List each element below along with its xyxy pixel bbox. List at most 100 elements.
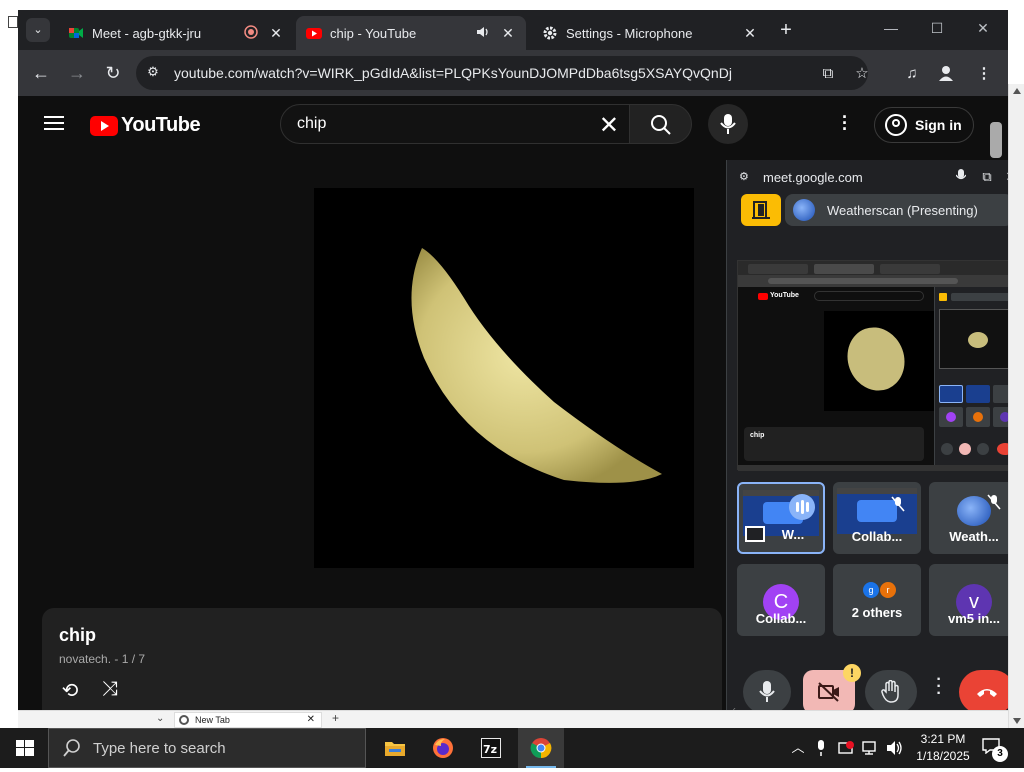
new-tab-button[interactable]: + (774, 18, 798, 42)
7zip-icon[interactable]: 7z (468, 728, 514, 768)
participant-tile-weatherscan[interactable]: Weath... (929, 482, 1008, 554)
tab-search-button[interactable]: ⌄ (26, 18, 50, 42)
file-explorer-icon[interactable] (372, 728, 418, 768)
scroll-up-icon[interactable] (1013, 88, 1021, 94)
shuffle-icon[interactable]: ⤨ (96, 678, 124, 701)
participant-tile-others[interactable]: g r 2 others (833, 564, 921, 636)
loop-icon[interactable]: ⟲ (56, 678, 84, 703)
tab-youtube[interactable]: chip - YouTube ✕ (296, 16, 526, 50)
windows-taskbar: Type here to search 7z ︿ 3:21 PM 1/18/20… (0, 728, 1024, 768)
back-arrow-icon[interactable]: ← (30, 62, 52, 84)
preview-page: YouTube chip (738, 287, 1008, 465)
participant-tile-collab[interactable]: C Collab... (737, 564, 825, 636)
scroll-down-icon[interactable] (1013, 718, 1021, 724)
preview-urlbar (738, 275, 1008, 287)
microphone-icon (720, 114, 736, 134)
search-icon (63, 739, 80, 757)
more-options-icon[interactable]: · · · (840, 108, 850, 138)
taskbar-search-box[interactable]: Type here to search (48, 728, 366, 768)
microphone-button[interactable] (743, 670, 791, 710)
participant-tile-vm5[interactable]: v vm5 in... (929, 564, 1008, 636)
microphone-in-use-icon[interactable] (812, 728, 830, 768)
close-icon[interactable]: ✕ (500, 25, 516, 42)
search-input[interactable]: chip ✕ (280, 104, 630, 144)
search-icon (651, 115, 671, 135)
browser-menu-icon[interactable]: ⋮ (974, 64, 994, 84)
preview-chip-image (847, 327, 905, 391)
leave-presentation-button[interactable] (741, 194, 781, 226)
meet-picture-in-picture: ⚙ meet.google.com ⧉ ✕ Weatherscan (Prese… (726, 160, 1008, 710)
close-icon[interactable]: ✕ (268, 25, 284, 42)
channel-playlist-text[interactable]: novatech. - 1 / 7 (59, 652, 145, 666)
preview-tab (814, 264, 874, 274)
camera-status-icon[interactable] (836, 728, 858, 768)
tab-title: Meet - agb-gtkk-jru (92, 25, 202, 41)
url-text[interactable]: youtube.com/watch?v=WIRK_pGdIdA&list=PLQ… (174, 65, 732, 81)
volume-icon[interactable] (884, 728, 906, 768)
address-bar[interactable]: ⚙ youtube.com/watch?v=WIRK_pGdIdA&list=P… (136, 56, 868, 90)
profile-icon[interactable] (936, 64, 956, 84)
new-tab-tab[interactable]: New Tab ✕ (174, 712, 322, 728)
participant-tile-presenter[interactable]: W... (737, 482, 825, 554)
preview-door-icon (939, 293, 947, 301)
taskbar-clock[interactable]: 3:21 PM 1/18/2025 (908, 731, 978, 765)
raise-hand-button[interactable] (865, 670, 917, 710)
youtube-logo[interactable]: YouTube (90, 114, 201, 137)
chevron-down-icon[interactable]: ⌄ (156, 713, 164, 724)
sign-in-button[interactable]: Sign in (874, 107, 974, 143)
tab-settings[interactable]: Settings - Microphone ✕ (532, 16, 768, 50)
search-button[interactable] (629, 104, 692, 144)
preview-presenting (951, 293, 1008, 301)
tile-label: Weath... (949, 529, 999, 544)
window-scrollbar[interactable] (1008, 84, 1024, 728)
preview-video-title: chip (750, 432, 765, 439)
preview-avatar (973, 412, 983, 422)
bookmark-star-icon[interactable]: ☆ (852, 64, 872, 84)
reload-icon[interactable]: ↻ (102, 62, 124, 84)
tile-label: Collab... (755, 611, 807, 626)
site-settings-icon[interactable]: ⚙ (739, 170, 749, 183)
muted-mic-icon (987, 494, 1001, 515)
forward-arrow-icon[interactable]: → (66, 62, 88, 84)
shared-screen-preview[interactable]: YouTube chip (737, 260, 1008, 471)
video-title[interactable]: chip (59, 625, 96, 646)
page-scrollbar-thumb[interactable] (990, 122, 1002, 158)
search-query[interactable]: chip (297, 115, 326, 133)
new-tab-button[interactable]: + (332, 711, 339, 725)
install-app-icon[interactable]: ⧉ (818, 64, 838, 84)
site-info-icon[interactable]: ⚙ (144, 64, 162, 82)
network-icon[interactable] (860, 728, 882, 768)
more-options-icon[interactable]: · · · (935, 672, 943, 702)
close-icon[interactable]: ✕ (307, 713, 315, 727)
youtube-wordmark: YouTube (121, 114, 201, 136)
taskbar-search-placeholder: Type here to search (93, 739, 226, 757)
start-button[interactable] (0, 728, 48, 768)
google-meet-icon (69, 28, 83, 38)
video-info-card: chip novatech. - 1 / 7 ⟲ ⤨ (42, 608, 722, 710)
close-pip-icon[interactable]: ✕ (1003, 169, 1008, 185)
hang-up-icon (977, 689, 997, 697)
chrome-icon[interactable] (518, 728, 564, 768)
audio-playing-icon[interactable] (476, 25, 490, 42)
tab-meet[interactable]: Meet - agb-gtkk-jru ✕ (58, 16, 294, 50)
avatar: g (863, 582, 879, 598)
minimize-icon[interactable]: — (876, 20, 906, 36)
participant-tile-collab-screen[interactable]: Collab... (833, 482, 921, 554)
preview-mic (941, 443, 953, 455)
close-window-icon[interactable]: ✕ (968, 20, 998, 37)
voice-search-button[interactable] (708, 104, 748, 144)
back-to-tab-icon[interactable]: ⧉ (979, 169, 995, 185)
maximize-icon[interactable]: ☐ (922, 20, 952, 37)
close-icon[interactable]: ✕ (742, 25, 758, 42)
notification-center-button[interactable]: 3 (982, 738, 1008, 762)
account-icon (885, 114, 907, 136)
preview-end (997, 443, 1008, 455)
video-player[interactable] (314, 188, 694, 568)
menu-icon[interactable] (44, 116, 64, 130)
show-hidden-icons-icon[interactable]: ︿ (788, 728, 808, 768)
presenting-chip[interactable]: Weatherscan (Presenting) (785, 194, 1008, 226)
leave-call-button[interactable] (959, 670, 1008, 710)
clear-search-icon[interactable]: ✕ (599, 111, 619, 140)
firefox-icon[interactable] (420, 728, 466, 768)
media-controls-icon[interactable]: ♫ (902, 64, 922, 84)
